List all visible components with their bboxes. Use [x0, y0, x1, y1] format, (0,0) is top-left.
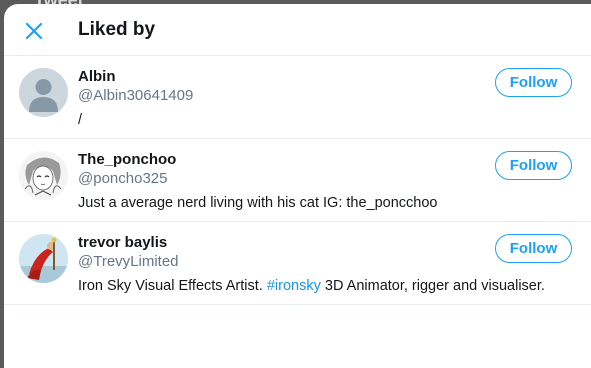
- user-cell-albin[interactable]: Albin @Albin30641409 / Follow: [4, 56, 591, 139]
- user-name[interactable]: Albin: [78, 68, 116, 85]
- liked-by-dialog: Liked by Albin @Albin30641409 / Follow T…: [4, 4, 591, 368]
- avatar[interactable]: [19, 151, 68, 200]
- avatar[interactable]: [19, 234, 68, 283]
- close-icon: [25, 22, 43, 40]
- follow-button[interactable]: Follow: [495, 234, 572, 263]
- close-button[interactable]: [18, 15, 50, 47]
- user-cell-trevor-baylis[interactable]: trevor baylis @TrevyLimited Iron Sky Vis…: [4, 222, 591, 305]
- anime-sketch-avatar: [19, 151, 68, 200]
- avatar[interactable]: [19, 68, 68, 117]
- user-name[interactable]: trevor baylis: [78, 234, 167, 251]
- user-bio: Iron Sky Visual Effects Artist. #ironsky…: [78, 278, 545, 294]
- user-handle: @poncho325: [78, 170, 168, 187]
- hashtag-link[interactable]: #ironsky: [267, 278, 321, 294]
- user-handle: @TrevyLimited: [78, 253, 179, 270]
- default-avatar-icon: [29, 79, 58, 112]
- bio-text: 3D Animator, rigger and visualiser.: [320, 278, 545, 294]
- bio-text: Iron Sky Visual Effects Artist.: [78, 278, 267, 294]
- dialog-header: Liked by: [4, 4, 591, 56]
- user-handle: @Albin30641409: [78, 87, 194, 104]
- user-name[interactable]: The_ponchoo: [78, 151, 176, 168]
- user-bio: Just a average nerd living with his cat …: [78, 195, 438, 211]
- user-bio: /: [78, 112, 83, 128]
- follow-button[interactable]: Follow: [495, 151, 572, 180]
- red-cape-hero-avatar: [19, 234, 68, 283]
- follow-button[interactable]: Follow: [495, 68, 572, 97]
- user-cell-the-ponchoo[interactable]: The_ponchoo @poncho325 Just a average ne…: [4, 139, 591, 222]
- dialog-title: Liked by: [78, 19, 156, 40]
